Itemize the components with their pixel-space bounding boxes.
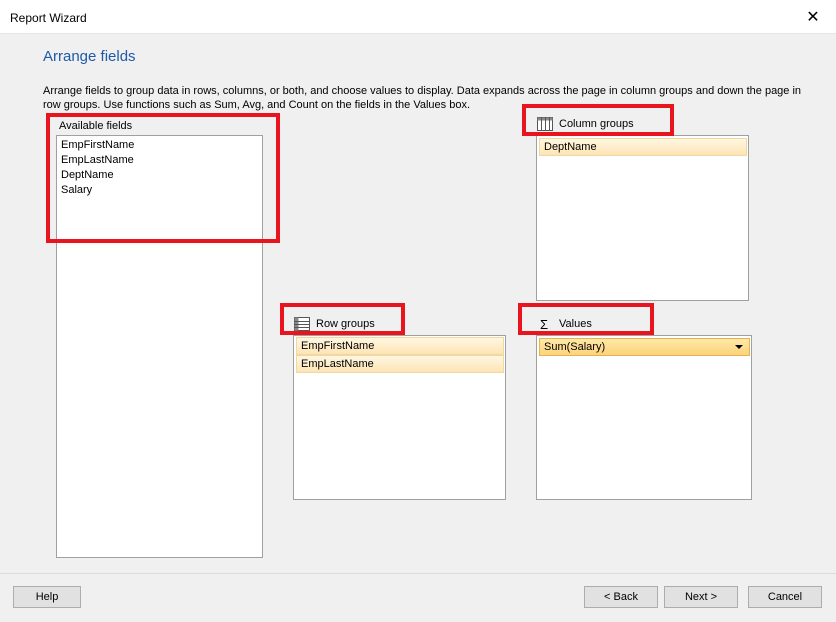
column-groups-list[interactable]: DeptName: [536, 135, 749, 301]
page-title: Arrange fields: [43, 48, 136, 65]
highlight-box: [522, 104, 674, 136]
highlight-box: [518, 303, 654, 335]
list-item[interactable]: DeptName: [539, 138, 747, 156]
window-title: Report Wizard: [10, 11, 87, 25]
row-groups-list[interactable]: EmpFirstName EmpLastName: [293, 335, 506, 500]
chevron-down-icon[interactable]: [735, 345, 743, 349]
list-item-label: Sum(Salary): [544, 341, 606, 353]
highlight-box: [280, 303, 405, 335]
list-item[interactable]: EmpFirstName: [296, 337, 504, 355]
next-button[interactable]: Next >: [664, 586, 738, 608]
close-icon[interactable]: ✕: [790, 0, 836, 34]
cancel-button[interactable]: Cancel: [748, 586, 822, 608]
title-bar: Report Wizard ✕: [0, 0, 836, 34]
back-button[interactable]: < Back: [584, 586, 658, 608]
highlight-box: [46, 113, 280, 243]
list-item-dropdown[interactable]: Sum(Salary): [539, 338, 750, 356]
help-button[interactable]: Help: [13, 586, 81, 608]
footer-divider: [0, 573, 836, 574]
page-description: Arrange fields to group data in rows, co…: [43, 85, 802, 111]
list-item[interactable]: EmpLastName: [296, 355, 504, 373]
values-list[interactable]: Sum(Salary): [536, 335, 752, 500]
